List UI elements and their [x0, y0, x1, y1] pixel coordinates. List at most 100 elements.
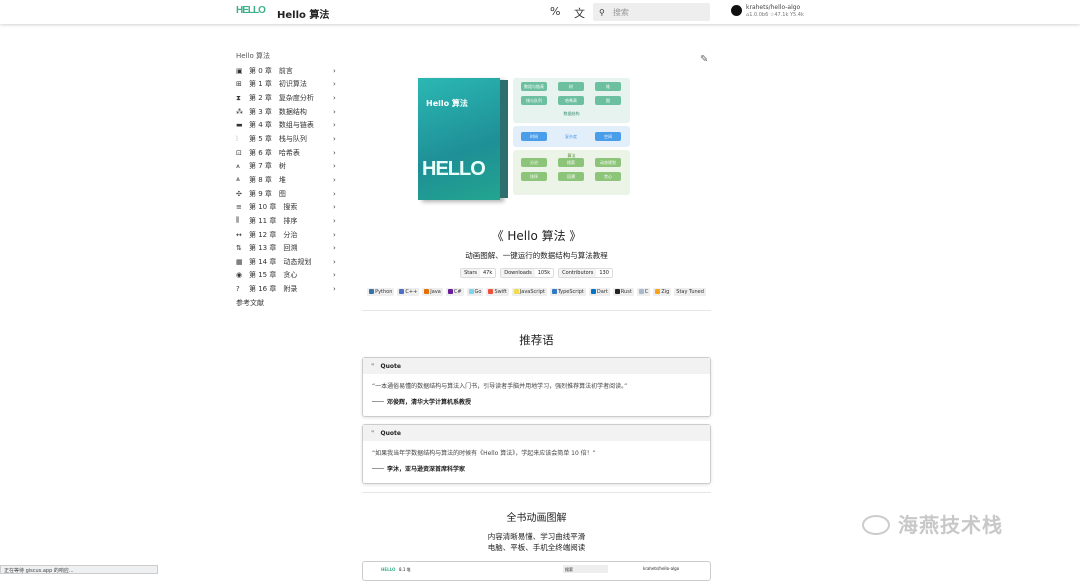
language-badge[interactable]: Go [466, 288, 484, 296]
sidebar-item[interactable]: ⩚ 第 7 章 树 › [236, 159, 346, 173]
sidebar-item-label: 第 16 章 附录 [249, 285, 298, 294]
preview-logo: HELLO [381, 567, 396, 572]
chapter-icon: ⧗ [236, 93, 241, 102]
sidebar-item[interactable]: ▣ 第 0 章 前言 › [236, 64, 346, 78]
sidebar-item-label: 第 15 章 贪心 [249, 271, 298, 280]
site-title[interactable]: Hello 算法 [277, 6, 329, 21]
chapter-icon: ▬ [236, 121, 243, 130]
sidebar-item[interactable]: ⊞ 第 1 章 初识算法 › [236, 78, 346, 92]
language-name: C [644, 289, 649, 295]
language-icon [488, 289, 494, 294]
chevron-right-icon: › [333, 162, 336, 171]
quote-box: ❞ Quote “如果我当年学数据结构与算法的时候有《Hello 算法》，学起来应该… [362, 424, 711, 484]
preview-search: 搜索 [563, 565, 608, 573]
quote-icon: ❞ [371, 430, 375, 437]
language-icon [399, 289, 405, 294]
stat-badge[interactable]: Contributors 130 [558, 268, 613, 278]
animation-line-1: 内容清晰易懂、学习曲线平滑 [487, 532, 586, 541]
language-icon [468, 289, 474, 294]
language-badge[interactable]: TypeScript [549, 288, 586, 296]
diagram-node: 堆 [595, 82, 621, 91]
preview-repo: krahets/hello-algo [643, 566, 680, 571]
sidebar-item[interactable]: ⊡ 第 6 章 哈希表 › [236, 146, 346, 160]
chevron-right-icon: › [333, 94, 336, 103]
translate-icon[interactable]: 文 [574, 5, 585, 21]
sidebar-item-label: 第 6 章 哈希表 [249, 148, 300, 157]
diagram-node: 排序 [521, 172, 547, 181]
sidebar-item[interactable]: ? 第 16 章 附录 › [236, 282, 346, 296]
sidebar-item[interactable]: ⩓ 第 8 章 堆 › [236, 173, 346, 187]
chapter-icon: ◉ [236, 271, 243, 280]
stat-badge[interactable]: Downloads 105k [500, 268, 555, 278]
chapter-icon: ▦ [236, 257, 243, 266]
language-name: Swift [494, 289, 507, 295]
language-name: C++ [405, 289, 418, 295]
search-placeholder: 搜索 [612, 8, 629, 17]
animation-heading: 全书动画图解 [506, 513, 567, 524]
sidebar-item[interactable]: ⇅ 第 13 章 回溯 › [236, 241, 346, 255]
preview-title: 8.1 堆 [399, 567, 411, 572]
sidebar-item[interactable]: ⁂ 第 3 章 数据结构 › [236, 105, 346, 119]
chevron-right-icon: › [333, 135, 336, 144]
dash [372, 468, 384, 469]
language-badge[interactable]: Dart [588, 288, 610, 296]
badge-value: 130 [596, 269, 612, 277]
chapter-icon: ⊞ [236, 80, 242, 89]
author-name: 李沐，亚马逊资深首席科学家 [387, 466, 466, 473]
sidebar-item-label: 第 2 章 复杂度分析 [249, 94, 314, 103]
quote-text: “一本通俗易懂的数据结构与算法入门书，引导读者手脑并用地学习，强烈推荐算法初学者… [372, 383, 628, 390]
search-input[interactable]: ⚲ 搜索 [593, 3, 710, 21]
language-badge[interactable]: C++ [397, 288, 420, 296]
language-name: Stay Tuned [676, 289, 704, 295]
language-badge[interactable]: Python [367, 288, 395, 296]
sidebar-item[interactable]: ✣ 第 9 章 图 › [236, 187, 346, 201]
sidebar-item[interactable]: ▬ 第 4 章 数组与链表 › [236, 119, 346, 133]
language-icon [369, 289, 375, 294]
edit-page-icon[interactable]: ✎ [700, 54, 708, 65]
language-badge[interactable]: Java [422, 288, 443, 296]
chapter-icon: ✣ [236, 189, 242, 198]
sidebar-item[interactable]: ⧗ 第 2 章 复杂度分析 › [236, 91, 346, 105]
cover-title: Hello 算法 [426, 99, 468, 108]
sidebar-item[interactable]: ▦ 第 14 章 动态规划 › [236, 255, 346, 269]
sidebar-item[interactable]: ⫼ 第 11 章 排序 › [236, 214, 346, 228]
repo-facts: ⌂1.0.0b6 ☆47.1k Y5.4k [746, 12, 804, 18]
quote-icon: ❞ [371, 363, 375, 370]
theme-toggle-icon[interactable]: % [550, 5, 560, 18]
quote-label: Quote [380, 363, 401, 370]
language-name: Rust [620, 289, 632, 295]
sidebar-item-label: 第 0 章 前言 [249, 66, 293, 75]
language-badge[interactable]: Stay Tuned [674, 288, 706, 296]
language-badge[interactable]: C# [445, 288, 464, 296]
language-badge[interactable]: Rust [612, 288, 634, 296]
diagram-node: 树 [558, 82, 584, 91]
quote-header: ❞ Quote [363, 425, 710, 441]
author-name: 邓俊辉，清华大学计算机系教授 [387, 399, 472, 406]
language-badge[interactable]: C [636, 288, 651, 296]
sidebar-item-label: 第 12 章 分治 [249, 230, 298, 239]
sidebar-item-references[interactable]: 参考文献 [236, 296, 346, 310]
sidebar-nav: Hello 算法 ▣ 第 0 章 前言 › ⊞ 第 1 章 初识算法 › ⧗ 第 2 章 复杂… [236, 51, 346, 310]
diagram-node: 数组与链表 [521, 82, 547, 91]
quote-author: 李沐，亚马逊资深首席科学家 [363, 457, 710, 473]
site-logo[interactable]: HELLO [236, 5, 266, 16]
recommendation-heading: 推荐语 [519, 333, 554, 347]
language-name: C# [453, 289, 462, 295]
sidebar-item[interactable]: ≡ 第 10 章 搜索 › [236, 200, 346, 214]
sidebar-item-label: 第 14 章 动态规划 [249, 257, 312, 266]
sidebar-item-label: 第 4 章 数组与链表 [249, 121, 314, 130]
language-badge[interactable]: Swift [486, 288, 509, 296]
sidebar-item[interactable]: ↔ 第 12 章 分治 › [236, 228, 346, 242]
language-badge[interactable]: JavaScript [511, 288, 547, 296]
chevron-right-icon: › [333, 230, 336, 239]
quote-header: ❞ Quote [363, 358, 710, 374]
stat-badge[interactable]: Stars 47k [460, 268, 497, 278]
chapter-icon: ? [236, 285, 240, 294]
sidebar-item-label: 第 8 章 堆 [249, 175, 286, 184]
sidebar-item[interactable]: ◉ 第 15 章 贪心 › [236, 269, 346, 283]
language-badge[interactable]: Zig [653, 288, 672, 296]
chapter-icon: ↔ [236, 230, 242, 239]
chevron-right-icon: › [333, 189, 336, 198]
sidebar-item[interactable]: ⫶ 第 5 章 栈与队列 › [236, 132, 346, 146]
chevron-right-icon: › [333, 121, 336, 130]
